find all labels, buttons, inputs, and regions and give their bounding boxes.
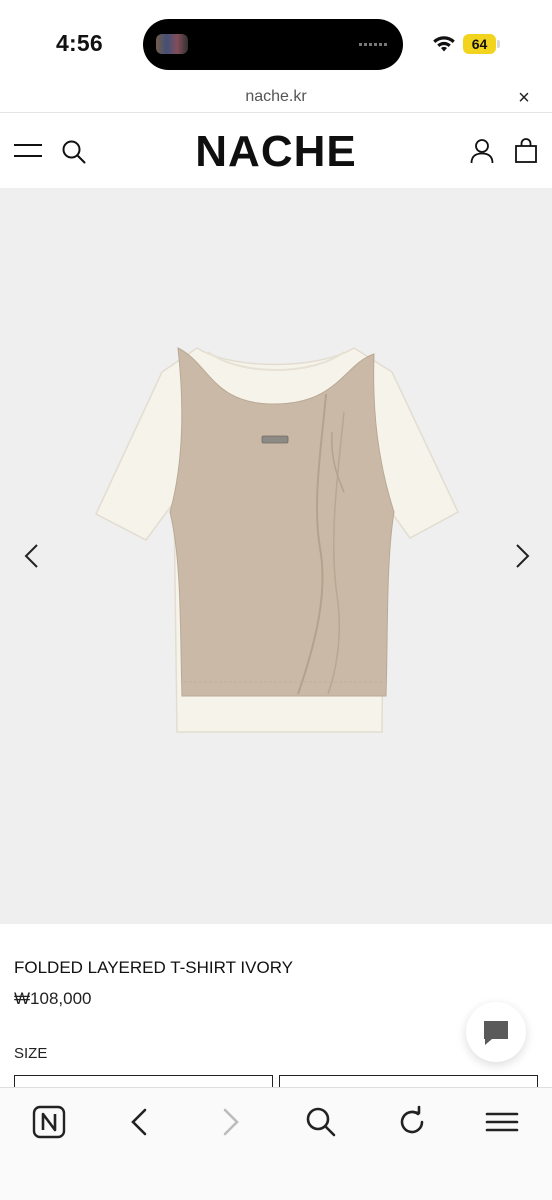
forward-arrow-icon[interactable] xyxy=(212,1104,248,1140)
toolbar-search-icon[interactable] xyxy=(303,1104,339,1140)
battery-indicator: 64 xyxy=(463,34,496,54)
chevron-left-icon[interactable] xyxy=(18,541,48,571)
chat-button[interactable] xyxy=(466,1002,526,1062)
back-arrow-icon[interactable] xyxy=(122,1104,158,1140)
chat-icon xyxy=(484,1021,508,1045)
battery-cap xyxy=(497,40,500,48)
shopping-bag-icon[interactable] xyxy=(513,138,539,164)
product-price: ₩108,000 xyxy=(14,989,92,1008)
product-image xyxy=(95,347,459,733)
size-label: SIZE xyxy=(14,1045,48,1062)
product-name: FOLDED LAYERED T-SHIRT IVORY xyxy=(14,958,294,977)
status-time: 4:56 xyxy=(56,30,103,56)
browser-toolbar xyxy=(0,1087,552,1200)
wifi-icon xyxy=(433,36,455,52)
status-bar: 4:56 64 xyxy=(0,0,552,84)
tabs-menu-icon[interactable] xyxy=(484,1104,520,1140)
url-domain[interactable]: nache.kr xyxy=(0,88,552,106)
product-image-gallery[interactable] xyxy=(0,188,552,924)
user-icon[interactable] xyxy=(469,138,495,164)
nache-home-icon[interactable] xyxy=(31,1104,67,1140)
address-bar[interactable]: nache.kr × xyxy=(0,84,552,113)
reload-icon[interactable] xyxy=(394,1104,430,1140)
audio-waveform-icon xyxy=(359,43,387,46)
now-playing-thumbnail xyxy=(156,34,188,54)
dynamic-island xyxy=(143,19,403,70)
close-icon[interactable]: × xyxy=(513,88,535,110)
site-header: NACHE xyxy=(0,113,552,188)
chevron-right-icon[interactable] xyxy=(506,541,536,571)
